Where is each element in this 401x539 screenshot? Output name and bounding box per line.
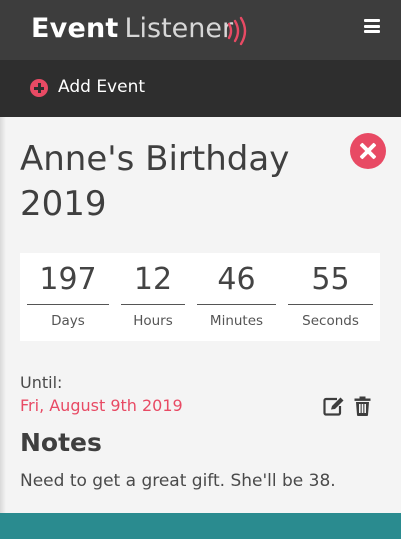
countdown-hours-label: Hours (133, 313, 173, 329)
countdown-divider (27, 304, 109, 305)
countdown-days-value: 197 (39, 262, 97, 297)
plus-circle-icon (30, 79, 48, 97)
logo-listener-text: Listener (124, 13, 234, 44)
until-date: Fri, August 9th 2019 (20, 396, 183, 415)
countdown-divider (288, 304, 373, 305)
add-event-label: Add Event (58, 77, 146, 97)
trash-icon[interactable] (354, 396, 371, 416)
event-title: Anne's Birthday 2019 (20, 139, 290, 224)
logo-event-text: Event (31, 13, 119, 44)
edit-icon[interactable] (323, 396, 345, 416)
countdown-seconds-label: Seconds (302, 313, 359, 329)
notes-text: Need to get a great gift. She'll be 38. (20, 471, 336, 491)
sound-waves-icon (227, 16, 247, 46)
countdown-days-label: Days (51, 313, 85, 329)
until-label: Until: (20, 373, 63, 392)
countdown-divider (121, 304, 185, 305)
countdown-hours: 12 Hours (121, 253, 185, 341)
countdown-minutes: 46 Minutes (197, 253, 276, 341)
countdown-seconds-value: 55 (311, 262, 350, 297)
countdown-divider (197, 304, 276, 305)
notes-heading: Notes (20, 428, 102, 457)
close-icon[interactable] (350, 133, 386, 169)
countdown-seconds: 55 Seconds (288, 253, 373, 341)
add-event-button[interactable]: Add Event (0, 60, 401, 117)
panel-edge-shadow (0, 117, 6, 513)
countdown-minutes-value: 46 (217, 262, 256, 297)
countdown-hours-value: 12 (133, 262, 173, 297)
countdown-timer: 197 Days 12 Hours 46 Minutes 55 Seconds (20, 253, 380, 341)
footer-bar (0, 513, 401, 539)
hamburger-icon[interactable] (364, 19, 380, 33)
app-header: Event Listener (0, 0, 401, 60)
countdown-days: 197 Days (27, 253, 109, 341)
app-logo[interactable]: Event Listener (31, 13, 233, 44)
countdown-minutes-label: Minutes (209, 313, 264, 329)
